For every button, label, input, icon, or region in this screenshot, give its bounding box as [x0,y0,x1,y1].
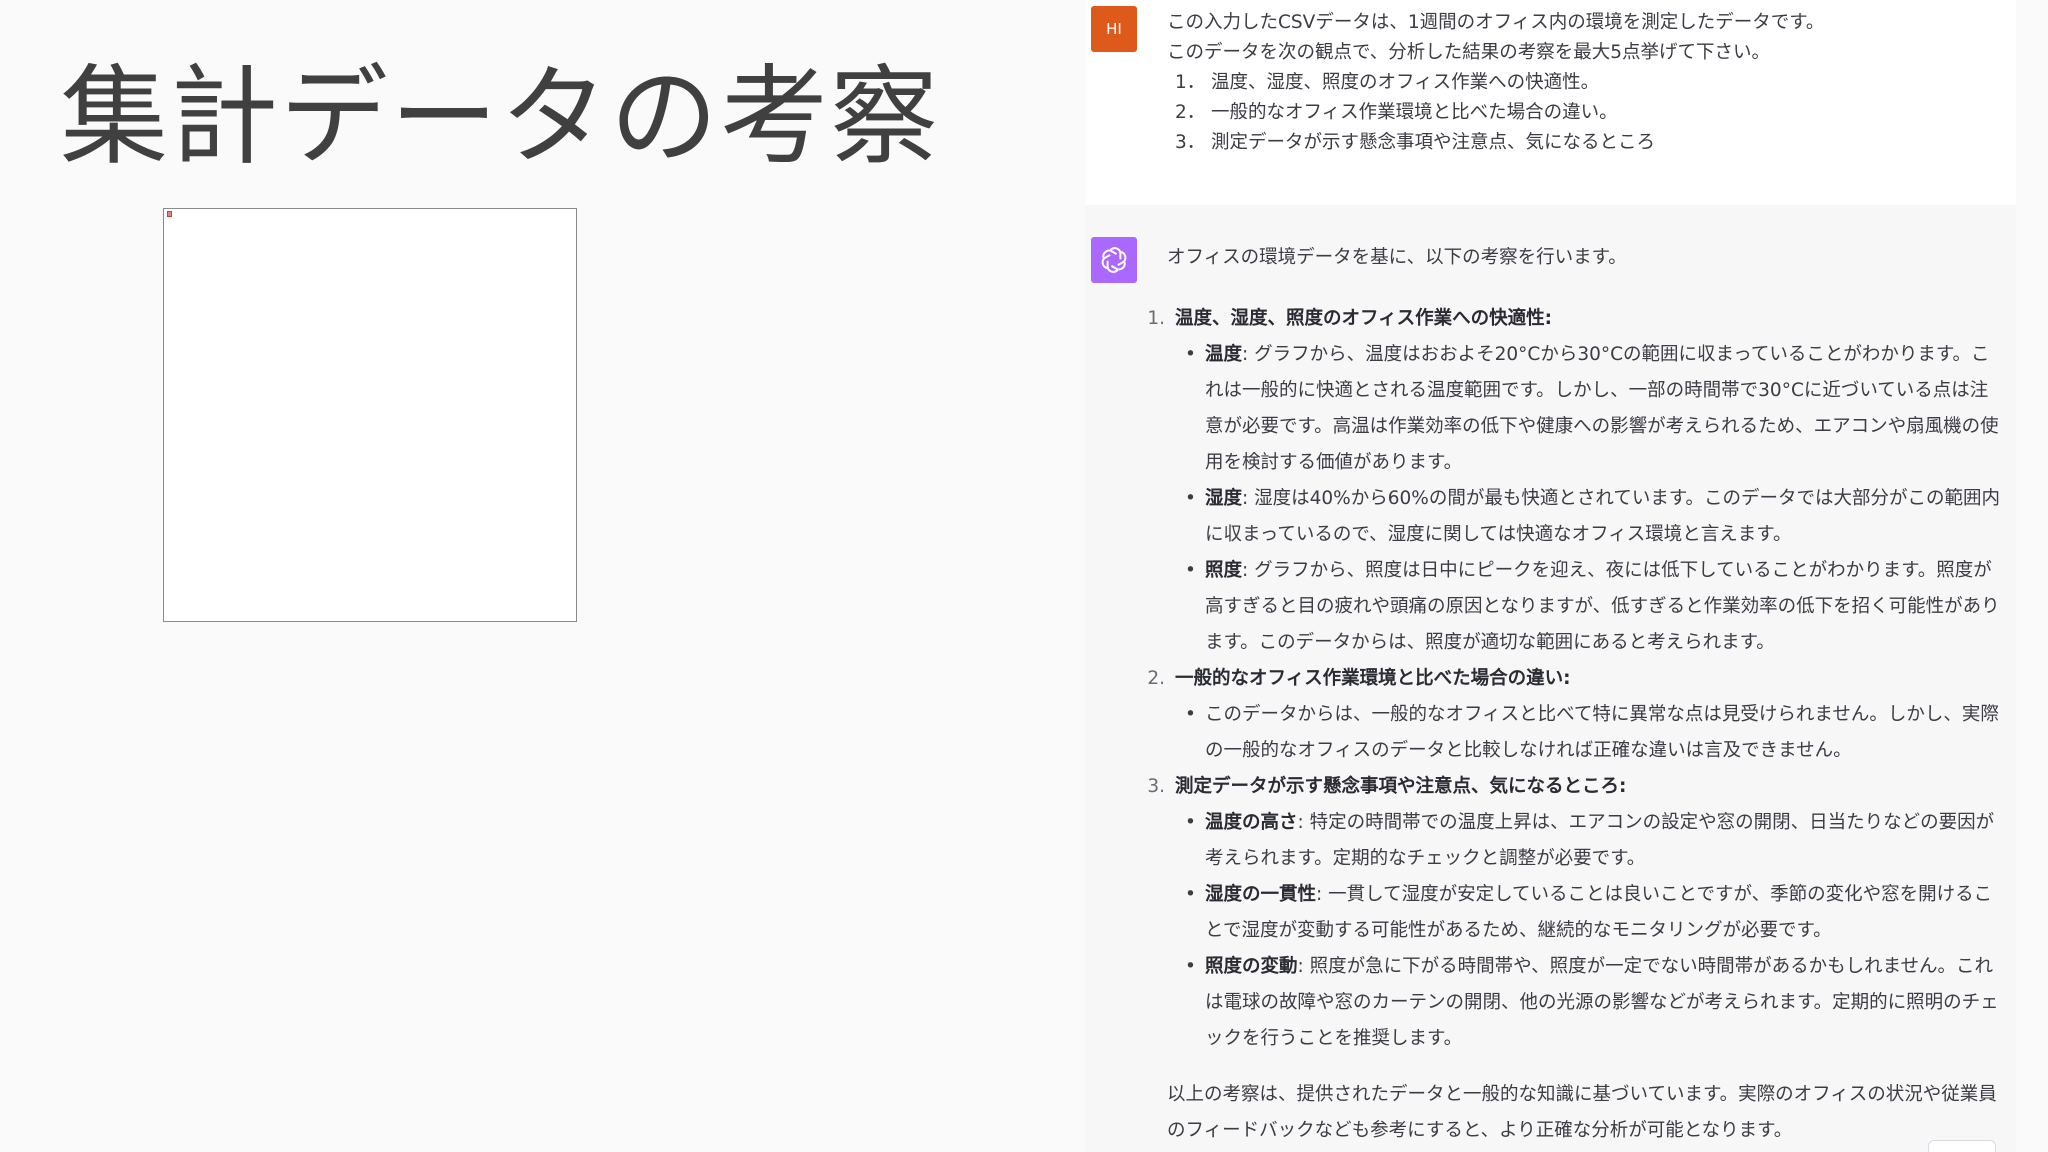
section-number: 3. [1147,776,1165,797]
chat-screenshot: HI この入力したCSVデータは、1週間のオフィス内の環境を測定したデータです。… [1085,0,2016,1152]
user-item-text: 温度、湿度、照度のオフィス作業への快適性。 [1211,72,1600,93]
bullet-text: : グラフから、温度はおおよそ20°Cから30°Cの範囲に収まっていることがわか… [1205,344,1999,473]
bullet-label: 湿度の一貫性 [1205,884,1317,905]
bullet-list: 温度: グラフから、温度はおおよそ20°Cから30°Cの範囲に収まっていることが… [1167,337,2006,661]
user-item-number: 2． [1175,102,1206,123]
bullet-label: 湿度 [1205,488,1243,509]
bullet-text: : グラフから、照度は日中にピークを迎え、夜には低下していることがわかります。照… [1205,560,2000,653]
section-heading: 1. 温度、湿度、照度のオフィス作業への快適性: [1147,301,2006,337]
bullet-list: 温度の高さ: 特定の時間帯での温度上昇は、エアコンの設定や窓の開閉、日当たりなど… [1167,805,2006,1057]
user-line: このデータを次の観点で、分析した結果の考察を最大5点挙げて下さい。 [1167,42,1771,63]
bullet-item: 湿度: 湿度は40%から60%の間が最も快適とされています。このデータでは大部分… [1185,481,2006,553]
user-line: この入力したCSVデータは、1週間のオフィス内の環境を測定したデータです。 [1167,12,1825,33]
bullet-item: 照度の変動: 照度が急に下がる時間帯や、照度が一定でない時間帯があるかもしれませ… [1185,949,2006,1057]
bullet-item: 照度: グラフから、照度は日中にピークを迎え、夜には低下していることがわかります… [1185,553,2006,661]
bullet-text: : 照度が急に下がる時間帯や、照度が一定でない時間帯があるかもしれません。これは… [1205,956,1999,1049]
bullet-text: このデータからは、一般的なオフィスと比べて特に異常な点は見受けられません。しかし… [1205,704,1999,761]
bullet-item: このデータからは、一般的なオフィスと比べて特に異常な点は見受けられません。しかし… [1185,697,2006,769]
user-item-number: 3． [1175,132,1206,153]
user-item-number: 1． [1175,72,1206,93]
broken-image-placeholder [163,208,577,622]
section-number: 2. [1147,668,1165,689]
assistant-outro: 以上の考察は、提供されたデータと一般的な知識に基づいています。実際のオフィスの状… [1167,1084,1997,1141]
section-title: 温度、湿度、照度のオフィス作業への快適性: [1175,308,1553,329]
broken-image-icon [167,211,172,217]
user-avatar: HI [1091,6,1137,52]
bullet-item: 温度: グラフから、温度はおおよそ20°Cから30°Cの範囲に収まっていることが… [1185,337,2006,481]
bullet-text: : 一貫して湿度が安定していることは良いことですが、季節の変化や窓を開けることで… [1205,884,1993,941]
user-item: 1． 温度、湿度、照度のオフィス作業への快適性。 [1167,68,2006,98]
user-item: 2． 一般的なオフィス作業環境と比べた場合の違い。 [1167,98,2006,128]
user-message-text: この入力したCSVデータは、1週間のオフィス内の環境を測定したデータです。 この… [1167,8,2006,158]
user-item-text: 測定データが示す懸念事項や注意点、気になるところ [1211,132,1656,153]
section-title: 一般的なオフィス作業環境と比べた場合の違い: [1175,668,1571,689]
presentation-slide: 集計データの考察 HI この入力したCSVデータは、1週間のオフィス内の環境を測… [0,0,2048,1152]
assistant-message-text: オフィスの環境データを基に、以下の考察を行います。 1. 温度、湿度、照度のオフィ… [1147,240,2006,1149]
user-item-text: 一般的なオフィス作業環境と比べた場合の違い。 [1211,102,1618,123]
section-heading: 3. 測定データが示す懸念事項や注意点、気になるところ: [1147,769,2006,805]
bullet-item: 温度の高さ: 特定の時間帯での温度上昇は、エアコンの設定や窓の開閉、日当たりなど… [1185,805,2006,877]
assistant-intro: オフィスの環境データを基に、以下の考察を行います。 [1167,247,1627,268]
section-heading: 2. 一般的なオフィス作業環境と比べた場合の違い: [1147,661,2006,697]
bullet-text: : 湿度は40%から60%の間が最も快適とされています。このデータでは大部分がこ… [1205,488,2000,545]
scroll-to-bottom-button[interactable] [1928,1140,1996,1152]
bullet-text: : 特定の時間帯での温度上昇は、エアコンの設定や窓の開閉、日当たりなどの要因が考… [1205,812,1995,869]
user-item: 3． 測定データが示す懸念事項や注意点、気になるところ [1167,128,2006,158]
slide-title: 集計データの考察 [60,55,941,180]
assistant-logo-icon [1091,237,1137,283]
bullet-list: このデータからは、一般的なオフィスと比べて特に異常な点は見受けられません。しかし… [1167,697,2006,769]
bullet-label: 照度 [1205,560,1243,581]
bullet-label: 温度の高さ [1205,812,1298,833]
section-number: 1. [1147,308,1165,329]
section-title: 測定データが示す懸念事項や注意点、気になるところ: [1175,776,1627,797]
bullet-label: 温度 [1205,344,1243,365]
bullet-item: 湿度の一貫性: 一貫して湿度が安定していることは良いことですが、季節の変化や窓を… [1185,877,2006,949]
bullet-label: 照度の変動 [1205,956,1298,977]
